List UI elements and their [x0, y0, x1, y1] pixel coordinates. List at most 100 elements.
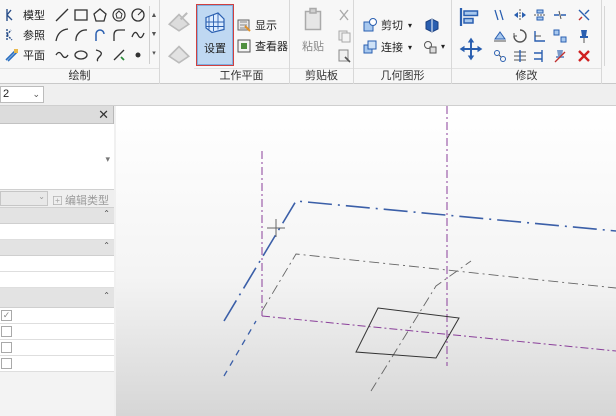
pin-icon[interactable]: [576, 28, 592, 44]
line-icon[interactable]: [54, 7, 70, 23]
circle-icon[interactable]: [130, 7, 146, 23]
match-type-icon[interactable]: [336, 48, 352, 64]
paint-icon[interactable]: [422, 39, 438, 55]
draw-group-label: 绘制: [0, 68, 159, 82]
show-workplane-button[interactable]: 显示: [236, 17, 277, 33]
join-geometry-button[interactable]: 连接 ▾: [362, 39, 412, 55]
split-gap-icon[interactable]: [512, 48, 528, 64]
mirror-axis-icon[interactable]: [512, 7, 528, 23]
reference-line-icon: [4, 27, 20, 43]
circumscribed-polygon-icon[interactable]: [111, 7, 127, 23]
3d-view-drawing[interactable]: [116, 106, 616, 416]
cut-geometry-button[interactable]: 剪切 ▾: [362, 17, 412, 33]
model-line-icon: [4, 7, 20, 23]
join-geometry-icon: [362, 39, 378, 55]
view-scale-value: 2: [3, 88, 10, 100]
crosshair-cursor: [267, 219, 285, 237]
edit-type-label: 编辑类型: [65, 195, 109, 207]
collapse-icon: ⌃: [103, 241, 110, 250]
reference-plane-line: [261, 315, 616, 352]
mirror-pick-icon: [166, 8, 192, 34]
type-selector[interactable]: ▾: [0, 124, 114, 190]
properties-header: ✕: [0, 106, 113, 124]
cut-geometry-label: 剪切: [381, 20, 403, 32]
set-workplane-button[interactable]: 设置: [196, 4, 234, 66]
instance-filter-select[interactable]: ⌄: [0, 191, 48, 206]
array-icon[interactable]: [552, 28, 568, 44]
work-plane-extra-tools: [162, 4, 194, 70]
property-section-3[interactable]: ⌃: [0, 288, 114, 308]
property-checkbox[interactable]: [1, 326, 12, 337]
pick-faces-icon[interactable]: [111, 47, 127, 63]
properties-panel: ✕ ▾ ⌄ 编辑类型 ⌃ ⌃ ⌃ ✓: [0, 106, 114, 416]
copy-clipboard-icon[interactable]: [336, 28, 352, 44]
cut-dropdown-icon[interactable]: ▾: [408, 21, 412, 30]
reference-plane-icon: [4, 47, 20, 63]
drawing-canvas[interactable]: [116, 106, 616, 416]
ribbon: 模型 参照 平面 ▲ ▼ ▾ 绘制 工作平面 设置 显示 查看器 剪贴板 粘贴 …: [0, 0, 616, 84]
property-section-1[interactable]: ⌃: [0, 208, 114, 224]
workplane-viewer-button[interactable]: 查看器: [236, 38, 288, 54]
pick-lines-icon[interactable]: [92, 47, 108, 63]
property-row[interactable]: [0, 272, 114, 288]
copy-icon[interactable]: [512, 28, 528, 44]
ribbon-overflow-edge: [604, 6, 616, 66]
show-workplane-label: 显示: [255, 20, 277, 32]
join-dropdown-icon[interactable]: ▾: [408, 43, 412, 52]
geometry-more-icon[interactable]: ▾: [441, 42, 445, 51]
fillet-arc-icon[interactable]: [111, 27, 127, 43]
split-element-icon[interactable]: [552, 7, 568, 23]
paste-label: 粘贴: [302, 41, 324, 53]
trim-multiple-icon[interactable]: [532, 48, 548, 64]
offset-icon[interactable]: [492, 7, 508, 23]
view-scale-combo[interactable]: 2 ⌄: [0, 86, 44, 103]
edit-type-icon: [52, 195, 63, 206]
spline-icon[interactable]: [130, 27, 146, 43]
unpin-icon[interactable]: [552, 48, 568, 64]
reference-plane-button[interactable]: 平面: [4, 47, 45, 63]
level-line: [223, 320, 257, 377]
property-checkbox[interactable]: [1, 358, 12, 369]
level-line: [223, 200, 616, 322]
edit-type-button[interactable]: 编辑类型: [52, 192, 109, 208]
tangent-arc-icon[interactable]: [92, 27, 108, 43]
point-icon[interactable]: [130, 47, 146, 63]
move-icon[interactable]: [458, 36, 484, 62]
model-line-label: 模型: [23, 10, 45, 22]
cut-geometry-icon: [362, 17, 378, 33]
property-row[interactable]: [0, 224, 114, 240]
mirror-draw-icon[interactable]: [532, 7, 548, 23]
trim-extend-single-icon[interactable]: [576, 7, 592, 23]
workplane-viewer-icon: [236, 38, 252, 54]
property-row[interactable]: [0, 340, 114, 356]
ellipse-icon[interactable]: [54, 47, 70, 63]
draw-gallery-scroll[interactable]: ▲ ▼ ▾: [149, 6, 158, 64]
property-row[interactable]: [0, 324, 114, 340]
start-end-arc-icon[interactable]: [54, 27, 70, 43]
close-icon[interactable]: ✕: [98, 107, 109, 123]
property-checkbox-checked[interactable]: ✓: [1, 310, 12, 321]
partial-ellipse-icon[interactable]: [73, 47, 89, 63]
center-arc-icon[interactable]: [73, 27, 89, 43]
model-line-button[interactable]: 模型: [4, 7, 45, 23]
cut-clipboard-icon[interactable]: [336, 7, 352, 23]
reference-line-button[interactable]: 参照: [4, 27, 45, 43]
polygon-icon[interactable]: [92, 7, 108, 23]
collapse-icon: ⌃: [103, 291, 110, 300]
delete-icon[interactable]: [576, 48, 592, 64]
scale-icon[interactable]: [492, 48, 508, 64]
trim-corner-icon[interactable]: [532, 28, 548, 44]
property-section-2[interactable]: ⌃: [0, 240, 114, 256]
workplane-viewer-label: 查看器: [255, 41, 288, 53]
work-plane-square: [355, 307, 460, 359]
geometry-group-label: 几何图形: [354, 68, 451, 82]
property-row[interactable]: [0, 356, 114, 372]
align-icon[interactable]: [458, 5, 482, 29]
paste-button[interactable]: 粘贴: [298, 6, 328, 64]
property-row[interactable]: [0, 256, 114, 272]
property-row[interactable]: ✓: [0, 308, 114, 324]
split-face-icon[interactable]: [424, 17, 440, 33]
rectangle-icon[interactable]: [73, 7, 89, 23]
property-checkbox[interactable]: [1, 342, 12, 353]
rotate-icon[interactable]: [492, 28, 508, 44]
